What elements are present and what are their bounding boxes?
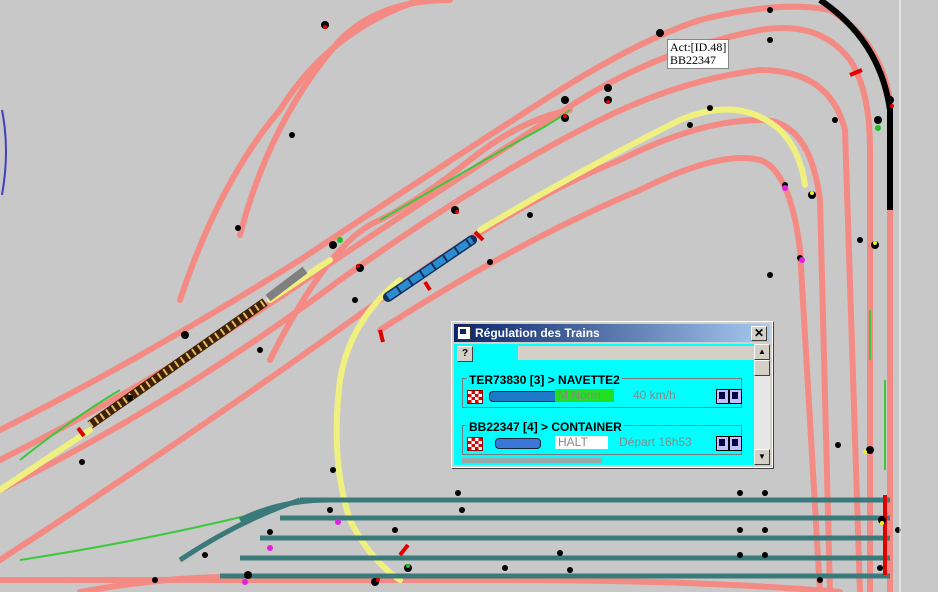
train-mode[interactable]: HALT bbox=[555, 436, 608, 449]
train-departure: Départ 16h53 bbox=[619, 435, 692, 449]
scroll-down-icon[interactable]: ▼ bbox=[754, 449, 770, 465]
train-tooltip: Act:[ID.48] BB22347 bbox=[667, 39, 730, 69]
vertical-scrollbar[interactable]: ▲ ▼ bbox=[754, 344, 770, 465]
track-layout-canvas[interactable] bbox=[0, 0, 938, 592]
locomotive-icon[interactable] bbox=[489, 391, 559, 402]
window-icon bbox=[457, 326, 471, 340]
train-speed: 40 km/h bbox=[633, 388, 676, 402]
train-header: TER73830 [3] > NAVETTE2 bbox=[467, 373, 622, 387]
checkered-flag-icon[interactable] bbox=[467, 390, 483, 404]
info-icon[interactable] bbox=[716, 389, 729, 404]
info-icon[interactable] bbox=[716, 436, 729, 451]
train-regulation-window[interactable]: Régulation des Trains ✕ ? TER73830 [3] >… bbox=[451, 321, 773, 468]
train-card-ter73830[interactable]: TER73830 [3] > NAVETTE2 M.Norm 40 km/h bbox=[462, 373, 742, 408]
train-card-partial bbox=[462, 458, 602, 463]
train-mode[interactable]: M.Norm bbox=[555, 389, 614, 402]
schedule-icon[interactable] bbox=[729, 389, 742, 404]
scroll-thumb[interactable] bbox=[754, 360, 770, 376]
train-card-bb22347[interactable]: BB22347 [4] > CONTAINER HALT Départ 16h5… bbox=[462, 420, 742, 455]
tooltip-line2: BB22347 bbox=[670, 53, 717, 67]
toolbar-strip bbox=[518, 346, 756, 360]
close-button[interactable]: ✕ bbox=[751, 326, 767, 341]
checkered-flag-icon[interactable] bbox=[467, 437, 483, 451]
locomotive-icon[interactable] bbox=[495, 438, 541, 449]
train-header: BB22347 [4] > CONTAINER bbox=[467, 420, 624, 434]
window-title-bar[interactable]: Régulation des Trains ✕ bbox=[454, 324, 770, 342]
scroll-up-icon[interactable]: ▲ bbox=[754, 344, 770, 360]
help-button[interactable]: ? bbox=[457, 346, 473, 362]
window-client-area: ? TER73830 [3] > NAVETTE2 M.Norm 40 km/h… bbox=[454, 344, 770, 465]
window-title: Régulation des Trains bbox=[475, 326, 600, 340]
schedule-icon[interactable] bbox=[729, 436, 742, 451]
